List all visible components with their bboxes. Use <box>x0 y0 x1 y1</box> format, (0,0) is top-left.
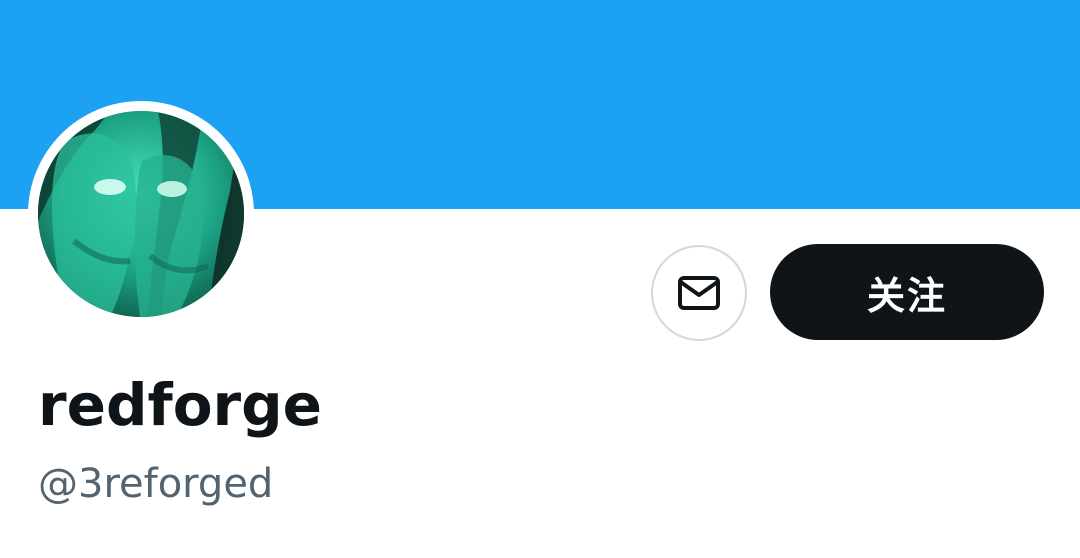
avatar-image <box>38 111 244 317</box>
avatar-ring <box>28 101 254 327</box>
user-handle: @3reforged <box>38 461 274 507</box>
follow-button[interactable]: 关注 <box>770 244 1044 340</box>
display-name: redforge <box>38 371 322 439</box>
profile-header: 关注 redforge @3reforged <box>0 0 1080 558</box>
message-button[interactable] <box>651 245 747 341</box>
avatar[interactable] <box>38 111 244 317</box>
envelope-icon <box>678 276 720 310</box>
